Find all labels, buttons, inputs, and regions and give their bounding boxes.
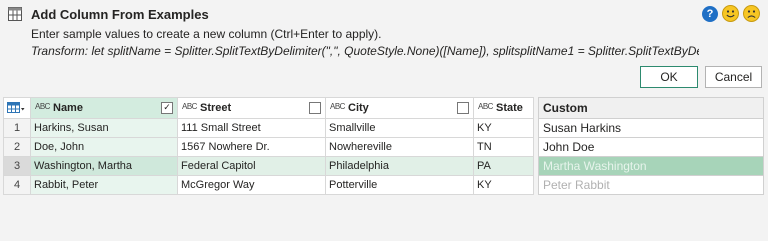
custom-value-suggestion[interactable]: Peter Rabbit bbox=[538, 175, 764, 195]
cell-state[interactable]: KY bbox=[473, 175, 534, 195]
column-header-city[interactable]: ABC City bbox=[325, 97, 474, 119]
cell-state[interactable]: KY bbox=[473, 118, 534, 138]
cell-name[interactable]: Harkins, Susan bbox=[30, 118, 178, 138]
frown-icon[interactable] bbox=[743, 5, 760, 22]
column-header-label: State bbox=[496, 102, 523, 114]
cell-name[interactable]: Doe, John bbox=[30, 137, 178, 157]
row-index: 2 bbox=[3, 137, 31, 157]
cell-street[interactable]: 111 Small Street bbox=[177, 118, 326, 138]
dialog-instructions: Enter sample values to create a new colu… bbox=[31, 27, 382, 41]
custom-row: Susan Harkins bbox=[538, 118, 764, 138]
column-header-label: Street bbox=[200, 102, 232, 114]
cell-street[interactable]: Federal Capitol bbox=[177, 156, 326, 176]
column-header-name[interactable]: ABC Name ✓ bbox=[30, 97, 178, 119]
smile-icon[interactable] bbox=[722, 5, 739, 22]
column-checkbox-name[interactable]: ✓ bbox=[161, 102, 173, 114]
data-grid: ABC Name ✓ ABC Street ABC City ABC State bbox=[3, 97, 534, 195]
cell-state[interactable]: PA bbox=[473, 156, 534, 176]
text-type-icon: ABC bbox=[478, 102, 493, 111]
transform-formula: Transform: let splitName = Splitter.Spli… bbox=[31, 44, 699, 58]
cell-street[interactable]: 1567 Nowhere Dr. bbox=[177, 137, 326, 157]
cell-name[interactable]: Washington, Martha bbox=[30, 156, 178, 176]
table-menu-button[interactable] bbox=[3, 97, 31, 119]
custom-row-selected: Martha Washington bbox=[538, 156, 764, 176]
cell-street[interactable]: McGregor Way bbox=[177, 175, 326, 195]
table-icon bbox=[7, 102, 25, 113]
text-type-icon: ABC bbox=[182, 102, 197, 111]
column-checkbox-city[interactable] bbox=[457, 102, 469, 114]
table-row-selected: 3 Washington, Martha Federal Capitol Phi… bbox=[3, 156, 534, 176]
grid-header-row: ABC Name ✓ ABC Street ABC City ABC State bbox=[3, 97, 534, 119]
help-icon[interactable]: ? bbox=[702, 6, 718, 22]
text-type-icon: ABC bbox=[35, 102, 50, 111]
custom-column: Custom Susan Harkins John Doe Martha Was… bbox=[538, 97, 764, 195]
cell-city[interactable]: Smallville bbox=[325, 118, 474, 138]
custom-row: Peter Rabbit bbox=[538, 175, 764, 195]
cancel-button[interactable]: Cancel bbox=[705, 66, 762, 88]
table-row: 1 Harkins, Susan 111 Small Street Smallv… bbox=[3, 118, 534, 138]
cell-city[interactable]: Philadelphia bbox=[325, 156, 474, 176]
custom-value-input[interactable]: Susan Harkins bbox=[538, 118, 764, 138]
table-row: 2 Doe, John 1567 Nowhere Dr. Nowherevill… bbox=[3, 137, 534, 157]
custom-row: John Doe bbox=[538, 137, 764, 157]
row-index: 1 bbox=[3, 118, 31, 138]
dialog-header: Add Column From Examples Enter sample va… bbox=[0, 0, 768, 92]
column-header-state[interactable]: ABC State bbox=[473, 97, 534, 119]
text-type-icon: ABC bbox=[330, 102, 345, 111]
column-header-label: Name bbox=[53, 102, 83, 114]
column-header-street[interactable]: ABC Street bbox=[177, 97, 326, 119]
cell-state[interactable]: TN bbox=[473, 137, 534, 157]
cell-name[interactable]: Rabbit, Peter bbox=[30, 175, 178, 195]
custom-header-row: Custom bbox=[538, 97, 764, 119]
dialog-title: Add Column From Examples bbox=[31, 7, 209, 22]
custom-value-suggestion[interactable]: Martha Washington bbox=[538, 156, 764, 176]
ok-button[interactable]: OK bbox=[640, 66, 698, 88]
add-column-icon bbox=[8, 7, 22, 21]
column-header-label: City bbox=[348, 102, 369, 114]
cell-city[interactable]: Nowhereville bbox=[325, 137, 474, 157]
custom-value-input[interactable]: John Doe bbox=[538, 137, 764, 157]
column-checkbox-street[interactable] bbox=[309, 102, 321, 114]
custom-column-header[interactable]: Custom bbox=[538, 97, 764, 119]
row-index: 3 bbox=[3, 156, 31, 176]
cell-city[interactable]: Potterville bbox=[325, 175, 474, 195]
table-row: 4 Rabbit, Peter McGregor Way Potterville… bbox=[3, 175, 534, 195]
row-index: 4 bbox=[3, 175, 31, 195]
